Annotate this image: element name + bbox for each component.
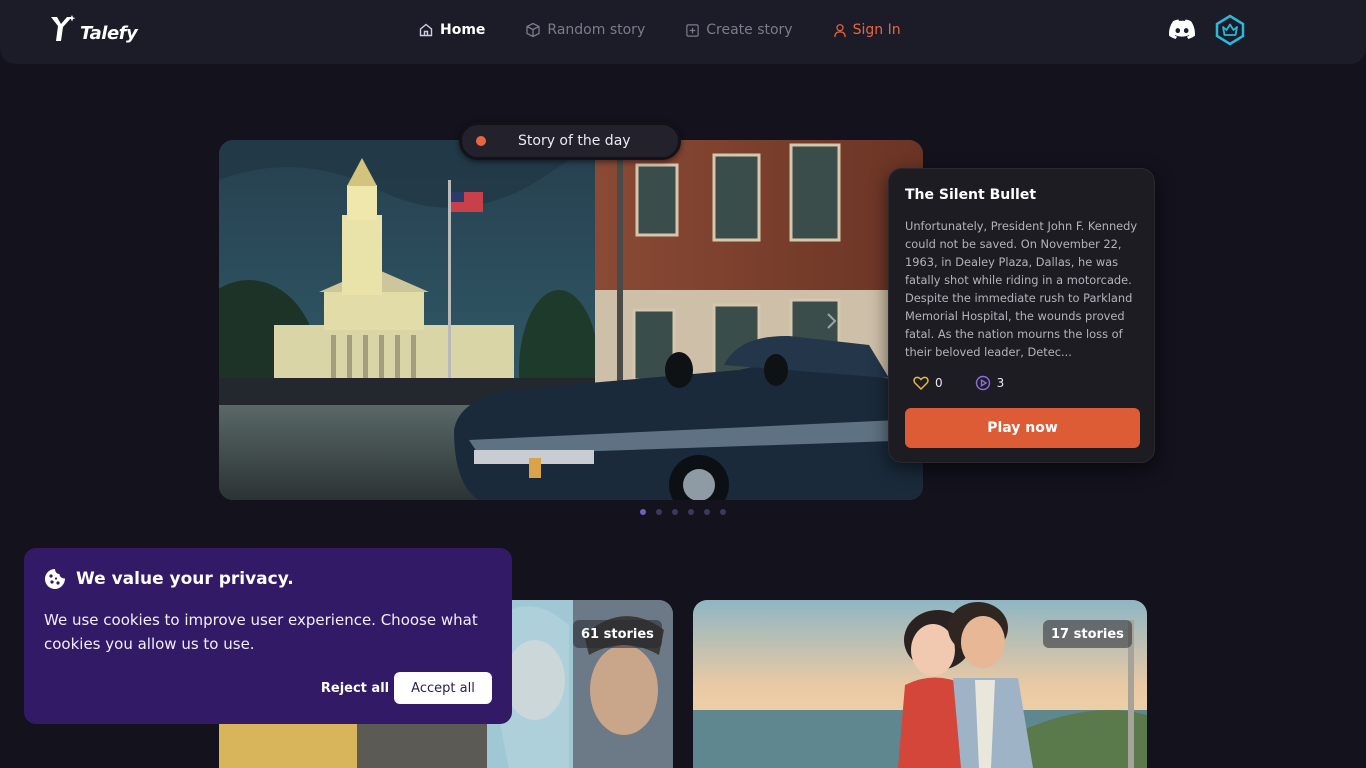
carousel-dot[interactable] bbox=[688, 509, 694, 515]
nav-home-label: Home bbox=[440, 22, 486, 38]
cookie-title: We value your privacy. bbox=[76, 569, 294, 589]
accept-all-button[interactable]: Accept all bbox=[394, 672, 492, 704]
story-stats: 0 3 bbox=[913, 375, 1036, 391]
cookie-icon bbox=[45, 569, 65, 589]
plus-square-icon bbox=[686, 23, 699, 37]
cookie-consent-banner: We value your privacy. We use cookies to… bbox=[24, 548, 512, 724]
story-of-the-day-image[interactable] bbox=[219, 140, 923, 500]
cookie-text: We use cookies to improve user experienc… bbox=[44, 611, 478, 653]
play-now-button[interactable]: Play now bbox=[905, 408, 1140, 448]
nav-random-label: Random story bbox=[547, 22, 646, 38]
brand-name: Talefy bbox=[80, 23, 138, 44]
carousel-dot[interactable] bbox=[720, 509, 726, 515]
likes-stat[interactable]: 0 bbox=[913, 376, 943, 390]
nav-random-story[interactable]: Random story bbox=[525, 22, 645, 38]
live-dot bbox=[476, 136, 486, 146]
cube-icon bbox=[526, 22, 541, 38]
story-of-the-day-label: Story of the day bbox=[518, 133, 631, 149]
story-description: Unfortunately, President John F. Kennedy… bbox=[905, 219, 1138, 359]
nav-create-story[interactable]: Create story bbox=[685, 22, 793, 38]
story-card: The Silent Bullet Unfortunately, Preside… bbox=[888, 168, 1155, 463]
home-icon bbox=[419, 23, 433, 37]
user-icon bbox=[833, 23, 846, 37]
nav-home[interactable]: Home bbox=[418, 22, 485, 38]
nav-create-label: Create story bbox=[706, 22, 793, 38]
carousel-dot[interactable] bbox=[656, 509, 662, 515]
carousel-dot[interactable] bbox=[640, 509, 646, 515]
plays-count: 3 bbox=[996, 376, 1005, 390]
carousel-dot[interactable] bbox=[672, 509, 678, 515]
nav-signin-label: Sign In bbox=[852, 22, 901, 38]
plays-stat: 3 bbox=[975, 375, 1005, 391]
discord-icon[interactable] bbox=[1169, 18, 1195, 40]
reject-all-button[interactable]: Reject all bbox=[310, 672, 400, 704]
heart-icon bbox=[913, 376, 929, 390]
carousel-dots bbox=[640, 509, 726, 515]
nav-sign-in[interactable]: Sign In bbox=[833, 22, 901, 38]
talefy-logo[interactable]: Talefy bbox=[48, 14, 138, 44]
main-nav: Home Random story Create story Sign In bbox=[418, 0, 901, 60]
story-title: The Silent Bullet bbox=[905, 187, 1037, 203]
crown-icon[interactable] bbox=[1214, 14, 1246, 46]
chevron-right-icon[interactable] bbox=[820, 310, 842, 332]
category-card[interactable]: 17 stories bbox=[693, 600, 1147, 768]
top-navbar: Talefy Home Random story Create story Si… bbox=[0, 0, 1366, 64]
carousel-dot[interactable] bbox=[704, 509, 710, 515]
stories-count-badge: 61 stories bbox=[573, 620, 662, 648]
talefy-logo-icon bbox=[51, 15, 76, 41]
story-of-the-day-badge: Story of the day bbox=[459, 122, 681, 160]
play-circle-icon bbox=[975, 375, 990, 391]
cookie-header: We value your privacy. bbox=[44, 568, 294, 590]
likes-count: 0 bbox=[935, 376, 943, 390]
stories-count-badge: 17 stories bbox=[1043, 620, 1132, 648]
